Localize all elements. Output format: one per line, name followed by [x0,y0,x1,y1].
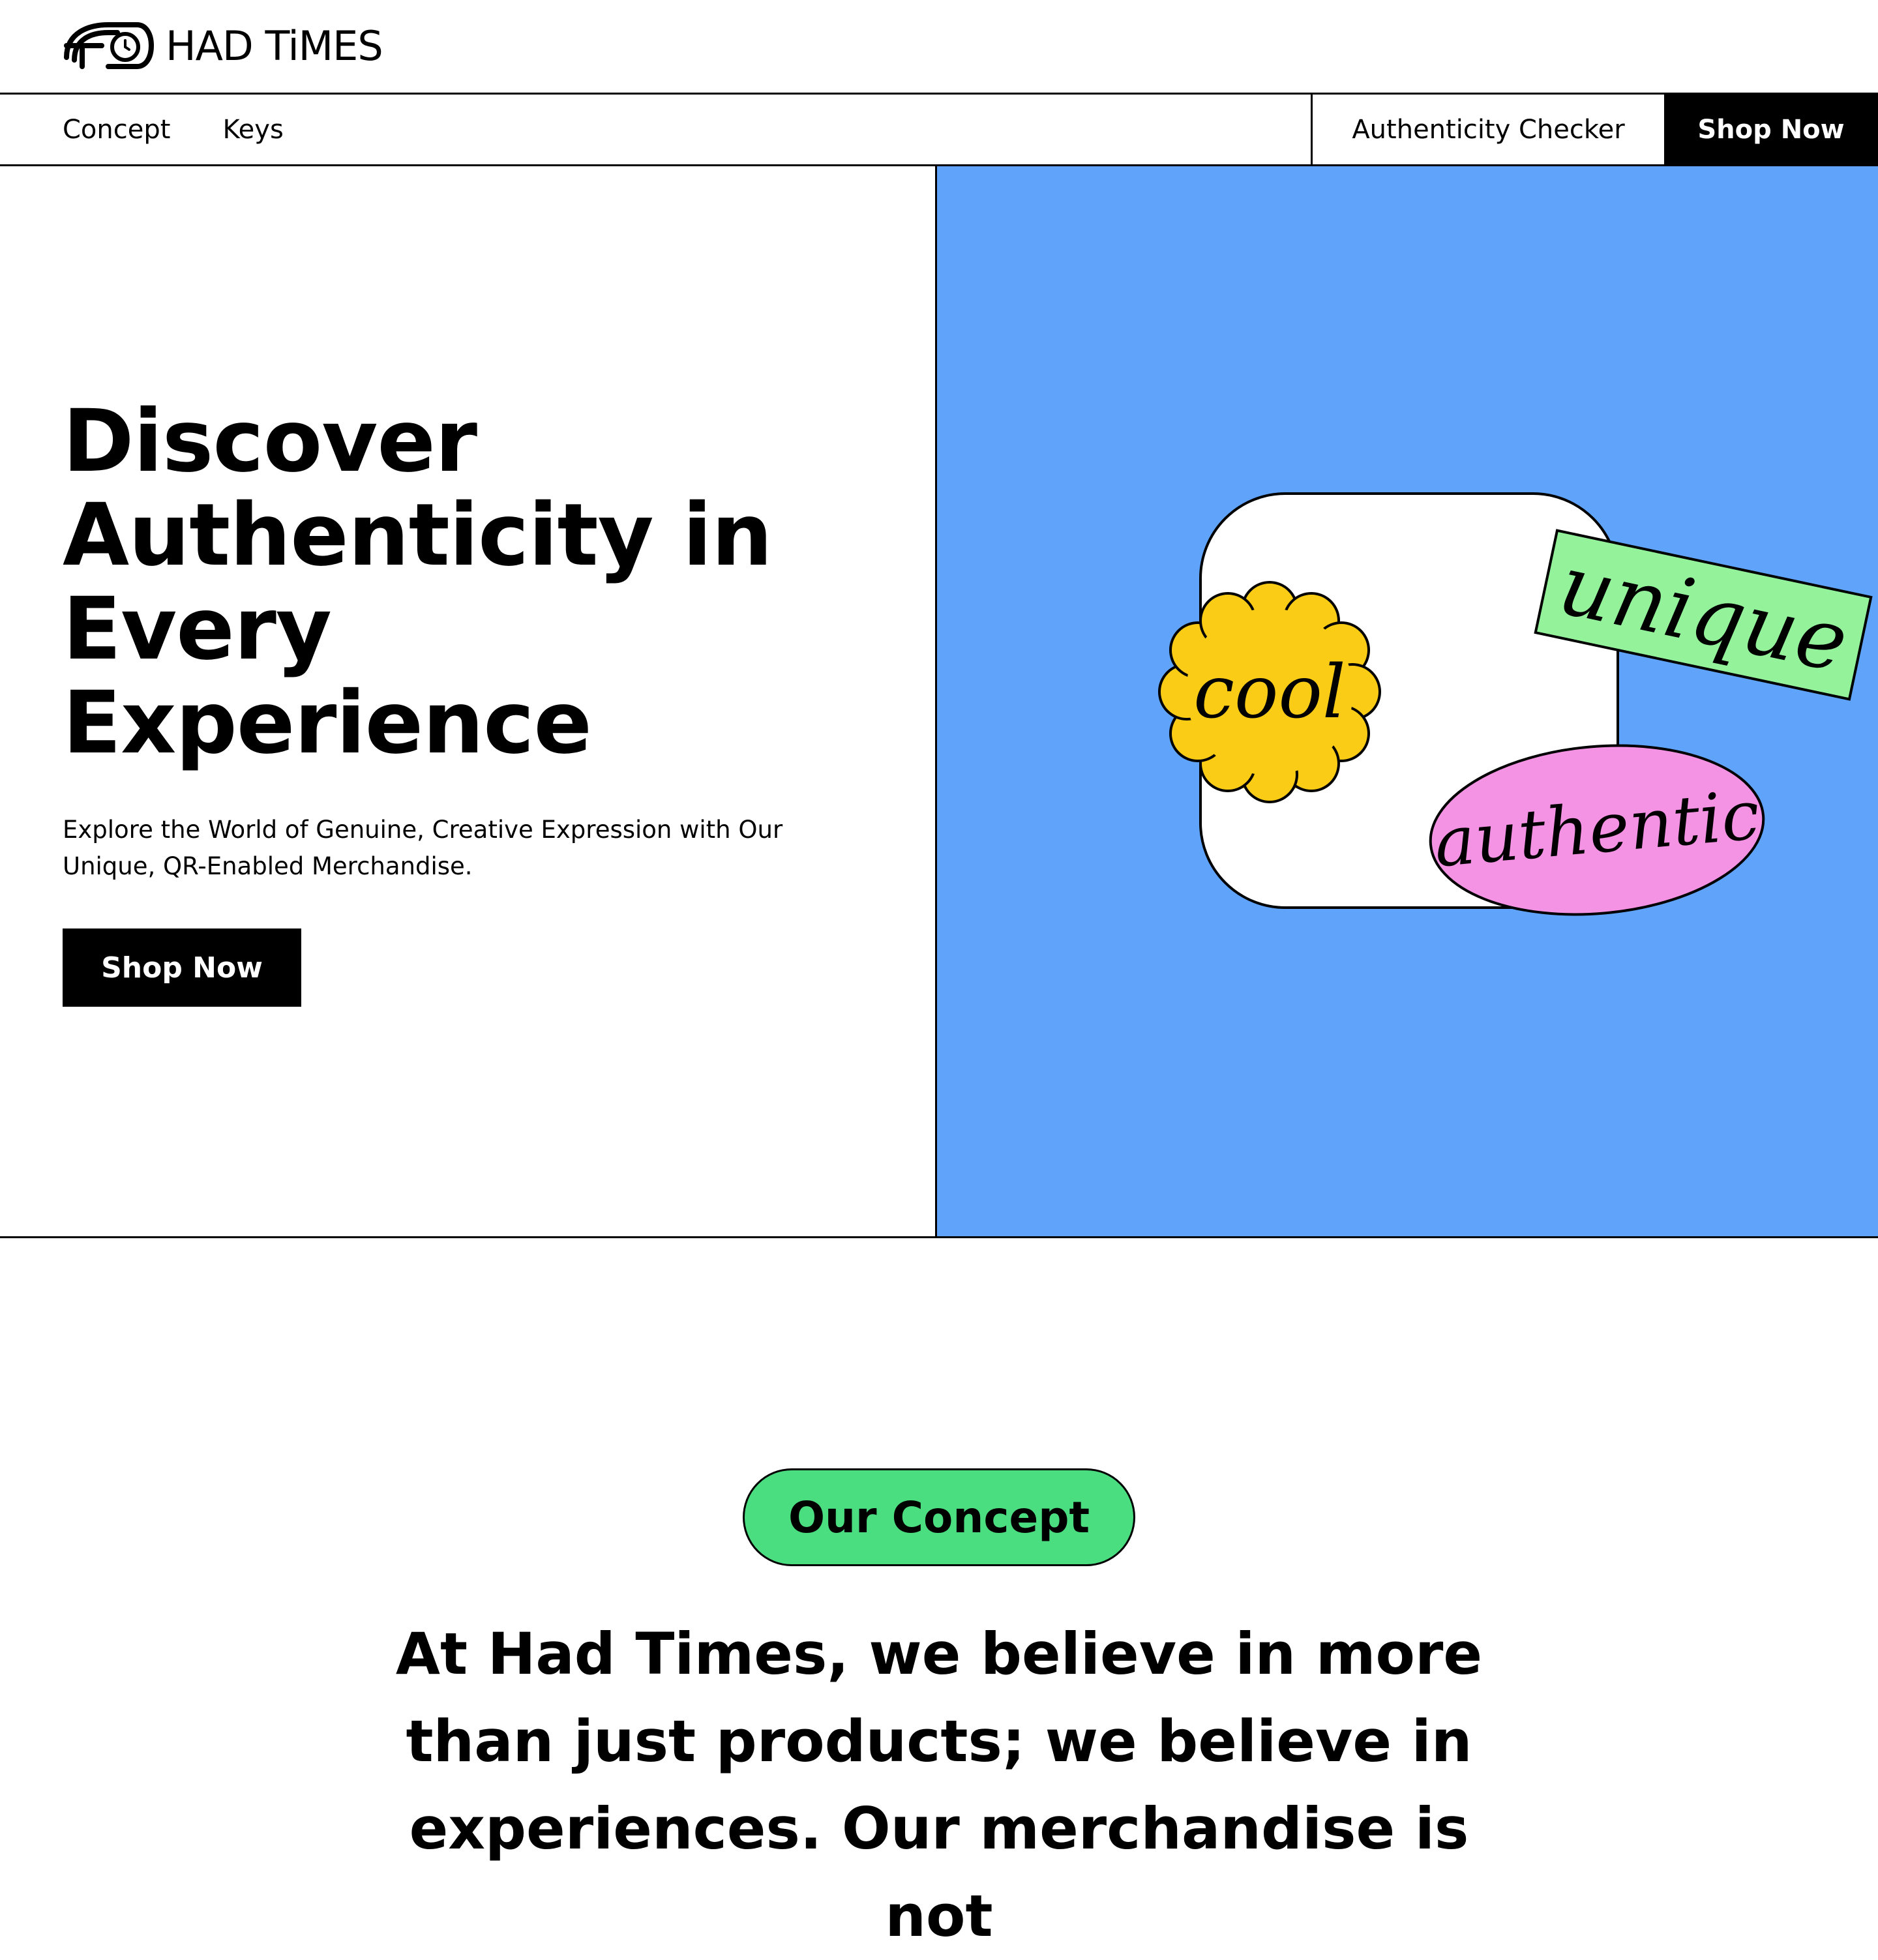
authenticity-checker-link[interactable]: Authenticity Checker [1311,95,1664,164]
hero-illustration: unique cool authentic [1158,492,1873,916]
main-nav: Concept Keys Authenticity Checker Shop N… [0,95,1878,166]
hero-subtitle: Explore the World of Genuine, Creative E… [63,816,783,880]
hero-text-panel: Discover Authenticity in Every Experienc… [0,166,937,1236]
concept-paragraph: At Had Times, we believe in more than ju… [395,1620,1483,1950]
nav-shop-now-button[interactable]: Shop Now [1664,95,1878,164]
logo[interactable]: HAD TiMES [63,20,383,72]
our-concept-pill: Our Concept [743,1468,1135,1566]
nav-actions: Authenticity Checker Shop Now [1311,95,1878,164]
hero-illustration-panel: unique cool authentic [937,166,1878,1236]
hero-title: Discover Authenticity in Every Experienc… [63,391,773,773]
hero-shop-now-button[interactable]: Shop Now [63,928,301,1007]
logo-text: HAD TiMES [166,22,383,70]
logo-mark-icon [63,20,154,72]
nav-link-keys[interactable]: Keys [222,115,283,145]
hero-section: Discover Authenticity in Every Experienc… [0,166,1878,1238]
nav-links: Concept Keys [63,95,284,164]
cool-sticker-label: cool [1193,650,1345,735]
top-bar: HAD TiMES [0,0,1878,95]
nav-link-concept[interactable]: Concept [63,115,170,145]
